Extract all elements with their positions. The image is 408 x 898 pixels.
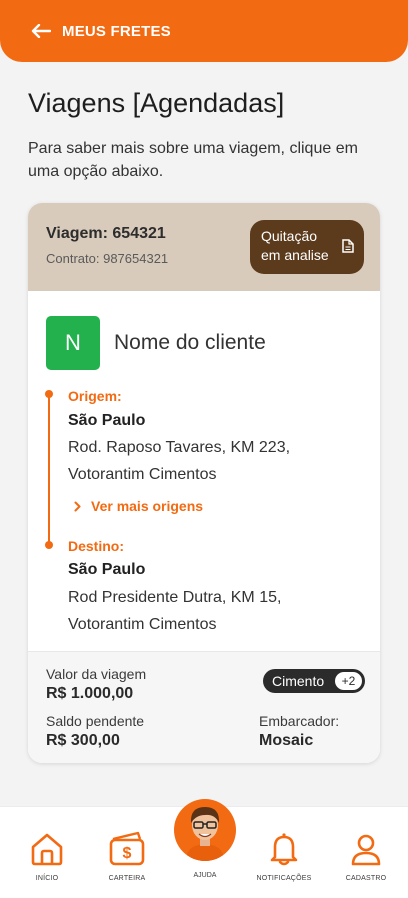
shipper-name: Mosaic — [259, 732, 314, 749]
assistant-avatar-icon — [186, 807, 224, 861]
shipper-label: Embarcador: — [259, 713, 340, 729]
tab-notifications-label: NOTIFICAÇÕES — [256, 875, 312, 882]
tab-register-label: CADASTRO — [345, 875, 387, 882]
bell-icon — [266, 829, 302, 869]
cargo-extra-count: +2 — [335, 672, 362, 690]
pending-balance-label: Saldo pendente — [46, 713, 145, 729]
tab-home-label: INÍCIO — [35, 875, 59, 882]
destination-dot-icon — [45, 541, 53, 549]
origin-address: Rod. Raposo Tavares, KM 223, Votorantim … — [68, 434, 290, 488]
wallet-icon: $ — [108, 829, 146, 869]
chevron-right-icon — [74, 501, 81, 511]
trip-value: R$ 1.000,00 — [46, 685, 134, 702]
page-subtitle: Para saber mais sobre uma viagem, clique… — [28, 140, 358, 180]
home-icon — [29, 829, 65, 869]
tab-notifications[interactable]: NOTIFICAÇÕES — [244, 807, 324, 898]
more-origins-link[interactable]: Ver mais origens — [74, 498, 203, 514]
origin-address-line-2: Votorantim Cimentos — [68, 466, 217, 483]
document-icon — [342, 239, 354, 258]
top-bar: MEUS FRETES — [0, 0, 408, 62]
cargo-tag: Cimento +2 — [263, 669, 365, 693]
origin-label: Origem: — [68, 388, 122, 404]
client-avatar: N — [46, 316, 100, 370]
cargo-tag-label: Cimento — [272, 673, 325, 689]
destination-address: Rod Presidente Dutra, KM 15, Votorantim … — [68, 584, 281, 638]
tab-wallet[interactable]: $ CARTEIRA — [87, 807, 167, 898]
more-origins-label: Ver mais origens — [91, 498, 204, 514]
header-title[interactable]: MEUS FRETES — [62, 23, 171, 40]
status-badge: Quitação em analise — [250, 220, 364, 274]
trip-card-header: Viagem: 654321 Contrato: 987654321 Quita… — [28, 203, 380, 291]
trip-card-footer: Valor da viagem R$ 1.000,00 Saldo penden… — [28, 651, 380, 763]
tab-help-label: AJUDA — [193, 872, 217, 879]
destination-city: São Paulo — [68, 561, 146, 578]
back-arrow-icon[interactable] — [30, 20, 52, 42]
user-icon — [348, 829, 384, 869]
trip-value-label: Valor da viagem — [46, 666, 147, 682]
pending-balance: R$ 300,00 — [46, 732, 120, 749]
destination-address-line-1: Rod Presidente Dutra, KM 15, — [68, 589, 282, 606]
tab-home[interactable]: INÍCIO — [7, 807, 87, 898]
destination-label: Destino: — [68, 538, 124, 554]
origin-city: São Paulo — [68, 412, 146, 429]
page-title: Viagens [Agendadas] — [28, 88, 285, 118]
tab-register[interactable]: CADASTRO — [326, 807, 406, 898]
trip-card[interactable]: Viagem: 654321 Contrato: 987654321 Quita… — [28, 203, 380, 763]
svg-text:$: $ — [123, 845, 132, 862]
route-line — [48, 393, 50, 545]
origin-address-line-1: Rod. Raposo Tavares, KM 223, — [68, 439, 291, 456]
client-row: N Nome do cliente — [46, 316, 266, 370]
help-avatar-button[interactable] — [174, 799, 236, 861]
destination-address-line-2: Votorantim Cimentos — [68, 616, 217, 633]
tab-wallet-label: CARTEIRA — [108, 875, 146, 882]
origin-dot-icon — [45, 390, 53, 398]
client-name: Nome do cliente — [114, 331, 266, 354]
